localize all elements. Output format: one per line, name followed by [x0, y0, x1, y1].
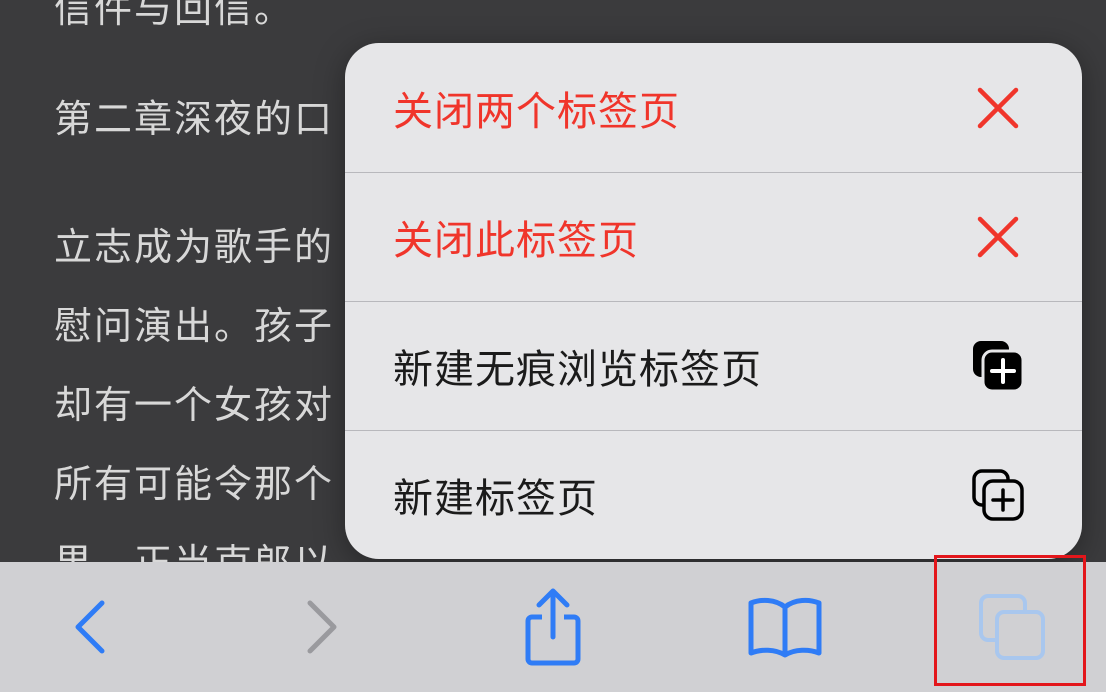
article-line: 第二章深夜的口: [54, 97, 335, 141]
menu-item-label: 关闭两个标签页: [393, 88, 680, 135]
close-this-tab-menu-item[interactable]: 关闭此标签页: [345, 172, 1082, 301]
bookmarks-button[interactable]: [735, 562, 835, 692]
close-x-icon: [970, 80, 1026, 136]
tabs-context-menu: 关闭两个标签页 关闭此标签页 新建无痕浏览标签页 新建标签页: [345, 43, 1082, 559]
close-two-tabs-menu-item[interactable]: 关闭两个标签页: [345, 43, 1082, 172]
back-button[interactable]: [40, 562, 140, 692]
article-line: 慰问演出。孩子: [54, 304, 335, 348]
chevron-left-icon: [75, 600, 105, 654]
article-line: 却有一个女孩对: [54, 383, 335, 427]
tabs-button[interactable]: [962, 562, 1062, 692]
close-x-icon: [970, 209, 1026, 265]
article-line: 所有可能令那个: [54, 462, 335, 506]
menu-item-label: 新建无痕浏览标签页: [393, 347, 762, 393]
chevron-right-icon: [307, 600, 337, 654]
article-line: 信件与回信。: [54, 0, 295, 31]
safari-screen: 信件与回信。 第二章深夜的口 立志成为歌手的 慰问演出。孩子 却有一个女孩对 所…: [0, 0, 1106, 692]
new-private-tab-menu-item[interactable]: 新建无痕浏览标签页: [345, 301, 1082, 430]
article-line: 果。正当克郎以: [54, 532, 334, 562]
bottom-toolbar: [0, 562, 1106, 692]
menu-item-label: 关闭此标签页: [393, 218, 639, 264]
share-icon: [525, 588, 581, 666]
book-icon: [748, 597, 822, 658]
tabs-icon: [979, 594, 1045, 660]
share-button[interactable]: [503, 562, 603, 692]
new-tab-menu-item[interactable]: 新建标签页: [345, 430, 1082, 559]
forward-button[interactable]: [272, 562, 372, 692]
new-tab-plus-icon: [970, 467, 1026, 523]
article-line: 立志成为歌手的: [54, 225, 335, 269]
private-tab-plus-icon: [970, 338, 1026, 394]
menu-item-label: 新建标签页: [393, 476, 598, 522]
